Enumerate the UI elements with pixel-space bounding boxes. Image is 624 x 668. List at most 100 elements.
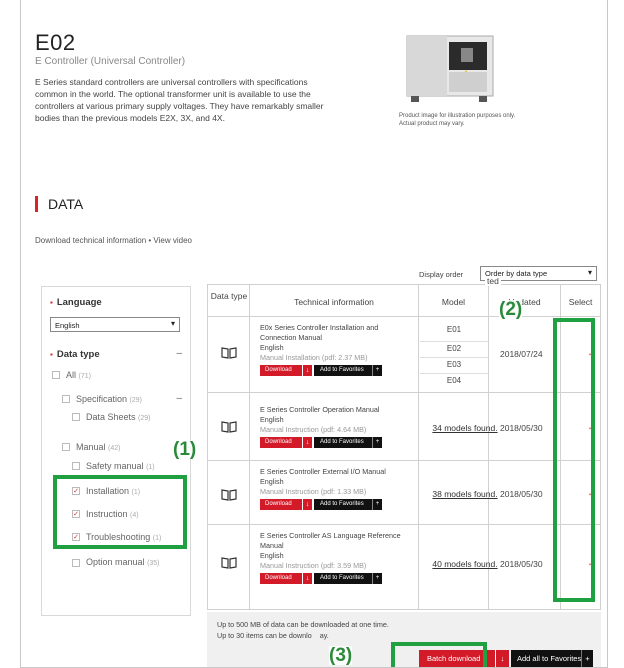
- product-image-note: Product image for illustration purposes …: [399, 112, 539, 128]
- row-title: E Series Controller Operation Manual: [260, 405, 380, 414]
- filter-sidebar: ▪ Language English ▾ ▪ Data type – All (71…: [41, 286, 191, 616]
- plus-icon: +: [372, 499, 382, 510]
- table-row: E0x Series Controller Installation and C…: [208, 316, 600, 392]
- download-button[interactable]: Download ↓: [260, 437, 312, 448]
- add-to-favorites-button[interactable]: Add to Favorites +: [314, 437, 382, 448]
- row-title: E Series Controller External I/O Manual: [260, 467, 386, 476]
- filter-count: (29): [138, 415, 151, 422]
- language-value: English: [55, 321, 80, 330]
- download-button[interactable]: Download ↓: [260, 499, 312, 510]
- batch-download-label: Batch download: [427, 654, 481, 663]
- bullet-icon: ▪: [50, 298, 53, 307]
- filter-text: Instruction: [86, 509, 128, 519]
- add-all-favorites-label: Add all to Favorites: [517, 654, 582, 663]
- filter-checkbox-option[interactable]: [72, 559, 80, 567]
- book-icon: [221, 421, 237, 433]
- models-found-link[interactable]: 38 models found.: [420, 489, 510, 499]
- select-checkbox[interactable]: ✓: [588, 560, 596, 568]
- image-note-line2: Actual product may vary.: [399, 121, 465, 127]
- model-cell: E02: [420, 341, 488, 353]
- header-tech-info: Technical information: [294, 297, 374, 307]
- select-checkbox[interactable]: ✓: [588, 350, 596, 358]
- language-filter-heading[interactable]: ▪ Language: [50, 297, 102, 308]
- collapse-icon[interactable]: –: [176, 393, 182, 404]
- download-icon: ↓: [302, 365, 312, 376]
- callout-3: (3): [329, 645, 353, 666]
- add-to-favorites-button[interactable]: Add to Favorites +: [314, 499, 382, 510]
- filter-checkbox-manual[interactable]: [62, 443, 70, 451]
- filter-checkbox-specification[interactable]: [62, 395, 70, 403]
- select-checkbox[interactable]: ✓: [588, 424, 596, 432]
- plus-icon: +: [372, 437, 382, 448]
- size-limit-note: Up to 500 MB of data can be downloaded a…: [217, 620, 389, 629]
- row-title: E Series Controller AS Language Referenc…: [260, 531, 401, 550]
- model-cell: E03: [420, 357, 488, 369]
- filter-checkbox-troubleshooting[interactable]: ✓: [72, 533, 80, 541]
- select-checkbox[interactable]: ✓: [588, 490, 596, 498]
- filter-text: Option manual: [86, 557, 145, 567]
- filter-checkbox-all[interactable]: [52, 371, 60, 379]
- filter-label-specification: Specification (29): [76, 394, 142, 404]
- row-date: 2018/05/30: [500, 559, 543, 569]
- row-language: English: [260, 415, 284, 424]
- item-limit-note: Up to 30 items can be downlo ay.: [217, 631, 329, 640]
- filter-label-manual: Manual (42): [76, 442, 121, 452]
- add-to-favorites-button[interactable]: Add to Favorites +: [314, 573, 382, 584]
- model-cell: E01: [446, 325, 462, 334]
- filter-checkbox-datasheets[interactable]: [72, 413, 80, 421]
- plus-icon: +: [581, 650, 593, 667]
- collapse-icon[interactable]: –: [176, 348, 182, 359]
- filter-all-count: (71): [78, 373, 91, 380]
- item-limit-text: Up to 30 items can be downlo: [217, 631, 312, 640]
- header-model: Model: [441, 297, 466, 307]
- filter-checkbox-instruction[interactable]: ✓: [72, 510, 80, 518]
- add-to-favorites-button[interactable]: Add to Favorites +: [314, 365, 382, 376]
- model-cell: E04: [420, 373, 488, 385]
- favorites-label: Add to Favorites: [320, 439, 364, 445]
- datatype-filter-heading[interactable]: ▪ Data type: [50, 349, 100, 360]
- download-button[interactable]: Download ↓: [260, 365, 312, 376]
- download-label: Download: [265, 439, 292, 445]
- models-found-link[interactable]: 34 models found.: [420, 423, 510, 433]
- row-language: English: [260, 343, 284, 352]
- row-language: English: [260, 477, 284, 486]
- filter-label-all: All (71): [66, 370, 91, 380]
- filter-text: Specification: [76, 394, 128, 404]
- row-date: 2018/05/30: [500, 423, 543, 433]
- filter-checkbox-installation[interactable]: ✓: [72, 487, 80, 495]
- callout-2: (2): [499, 299, 523, 320]
- filter-text: Manual: [76, 442, 106, 452]
- add-all-favorites-button[interactable]: Add all to Favorites +: [511, 650, 593, 667]
- book-icon: [221, 489, 237, 501]
- row-manual-info: Manual Instruction (pdf: 3.59 MB): [260, 561, 367, 570]
- display-order-label: Display order: [419, 270, 464, 279]
- filter-count: (4): [130, 512, 139, 519]
- chevron-down-icon: ▾: [587, 268, 592, 277]
- item-limit-tail: ay.: [319, 631, 329, 640]
- table-row: E Series Controller Operation Manual Eng…: [208, 392, 600, 460]
- row-title: E0x Series Controller Installation and C…: [260, 323, 379, 342]
- download-button[interactable]: Download ↓: [260, 573, 312, 584]
- datatype-label: Data type: [56, 349, 100, 360]
- favorites-label: Add to Favorites: [320, 367, 364, 373]
- chevron-down-icon: ▾: [170, 319, 175, 328]
- models-found-link[interactable]: 40 models found.: [420, 559, 510, 569]
- download-label: Download: [265, 367, 292, 373]
- language-select[interactable]: English ▾: [50, 317, 180, 332]
- filter-text: Safety manual: [86, 461, 144, 471]
- filter-label-datasheets: Data Sheets (29): [86, 412, 151, 422]
- data-links[interactable]: Download technical information • View vi…: [35, 236, 192, 245]
- row-date: 2018/07/24: [500, 349, 543, 359]
- table-row: E Series Controller External I/O Manual …: [208, 460, 600, 524]
- row-date: 2018/05/30: [500, 489, 543, 499]
- filter-count: (1): [131, 489, 141, 496]
- image-note-line1: Product image for illustration purposes …: [399, 113, 516, 119]
- batch-download-button[interactable]: Batch download ↓: [419, 650, 509, 667]
- data-heading: DATA: [35, 196, 83, 212]
- filter-checkbox-safety[interactable]: [72, 462, 80, 470]
- filter-text: Installation: [86, 486, 130, 496]
- filter-label-installation: Installation (1): [86, 486, 140, 496]
- download-icon: ↓: [495, 650, 509, 667]
- product-description: E Series standard controllers are univer…: [35, 77, 324, 123]
- filter-label-option: Option manual (35): [86, 557, 166, 569]
